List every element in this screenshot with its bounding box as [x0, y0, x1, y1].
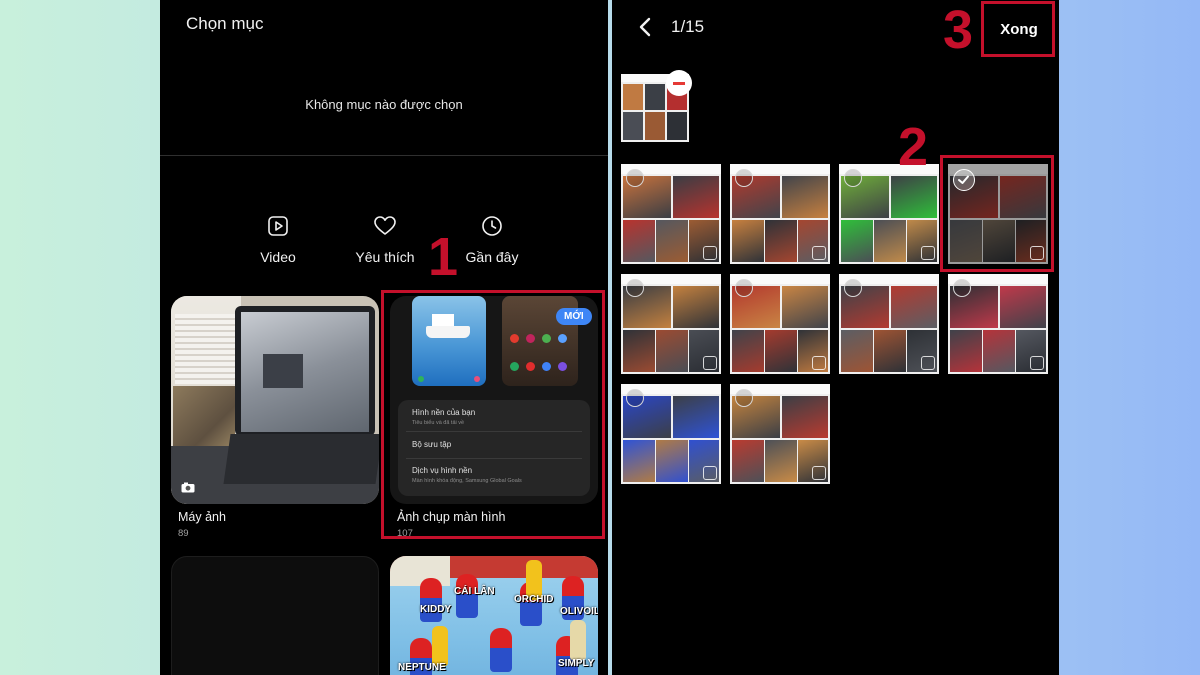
page-title: Chọn mục [186, 14, 264, 33]
album-meme[interactable]: KIDDY CÁI LÂN ORCHID OLIVOILA NEPTUNE SI… [390, 556, 598, 675]
minus-icon [673, 82, 685, 85]
motorbike-photo-tile [765, 440, 797, 482]
empty-selection-text: Không mục nào được chọn [305, 97, 463, 112]
motorbike-photo-tile [732, 220, 764, 262]
photo-thumbnail[interactable] [730, 384, 830, 484]
shortcut-label: Video [260, 249, 296, 265]
photo-thumbnail[interactable] [948, 274, 1048, 374]
highlight-box-2 [940, 155, 1054, 272]
expand-icon[interactable] [812, 466, 826, 480]
shortcut-label: Gần đây [465, 249, 519, 265]
motorbike-photo-tile [656, 440, 688, 482]
video-icon [268, 216, 288, 236]
photo-picker-panel: 1/15 Xong [612, 0, 1059, 675]
select-circle-icon[interactable] [735, 169, 753, 187]
motorbike-photo-tile [623, 330, 655, 372]
select-circle-icon[interactable] [844, 169, 862, 187]
motorbike-photo-tile [874, 220, 906, 262]
expand-icon[interactable] [812, 356, 826, 370]
motorbike-photo-tile [623, 220, 655, 262]
expand-icon[interactable] [921, 246, 935, 260]
select-circle-icon[interactable] [735, 279, 753, 297]
motorbike-photo-tile [732, 330, 764, 372]
meme-figure [420, 578, 442, 622]
motorbike-photo-tile [656, 330, 688, 372]
motorbike-photo-tile [782, 286, 828, 328]
meme-label: NEPTUNE [398, 662, 446, 673]
expand-icon[interactable] [703, 466, 717, 480]
clock-icon [482, 216, 502, 236]
step-number-3: 3 [943, 0, 974, 60]
motorbike-photo-tile [891, 286, 937, 328]
motorbike-photo-tile [891, 176, 937, 218]
photo-thumbnail[interactable] [730, 164, 830, 264]
step-number-2: 2 [898, 117, 929, 177]
shortcut-favorites[interactable]: Yêu thích [335, 215, 435, 267]
expand-icon[interactable] [1030, 356, 1044, 370]
heart-icon [374, 216, 396, 235]
back-arrow-icon[interactable] [636, 16, 654, 38]
expand-icon[interactable] [812, 246, 826, 260]
photo-thumbnail[interactable] [621, 384, 721, 484]
motorbike-photo-tile [765, 330, 797, 372]
expand-icon[interactable] [703, 246, 717, 260]
meme-label: SIMPLY [558, 658, 595, 669]
motorbike-photo-tile [732, 440, 764, 482]
motorbike-photo-tile [673, 176, 719, 218]
selection-counter: 1/15 [671, 17, 705, 36]
photo-thumbnail[interactable] [621, 164, 721, 264]
photo-thumbnail[interactable] [730, 274, 830, 374]
select-circle-icon[interactable] [953, 279, 971, 297]
laptop-keyboard [223, 434, 379, 484]
meme-label: KIDDY [420, 604, 452, 615]
shortcut-label: Yêu thích [355, 249, 415, 265]
meme-label: OLIVOILA [560, 606, 598, 617]
motorbike-photo-tile [874, 330, 906, 372]
meme-label: ORCHID [514, 594, 554, 605]
meme-label: CÁI LÂN [454, 586, 495, 597]
album-camera[interactable] [171, 296, 379, 504]
motorbike-photo-tile [1000, 286, 1046, 328]
motorbike-photo-tile [983, 330, 1015, 372]
motorbike-photo-tile [841, 330, 873, 372]
camera-icon [181, 482, 195, 493]
photo-thumbnail[interactable] [839, 274, 939, 374]
divider [160, 155, 608, 156]
motorbike-photo-tile [782, 176, 828, 218]
step-number-1: 1 [428, 227, 459, 287]
motorbike-photo-tile [673, 396, 719, 438]
shortcut-video[interactable]: Video [228, 215, 328, 267]
album-empty[interactable] [171, 556, 379, 675]
motorbike-photo-tile [782, 396, 828, 438]
highlight-box-1 [381, 290, 605, 539]
motorbike-photo-tile [623, 440, 655, 482]
highlight-box-3 [981, 1, 1055, 57]
select-circle-icon[interactable] [626, 389, 644, 407]
expand-icon[interactable] [921, 356, 935, 370]
album-count: 89 [178, 528, 189, 539]
select-circle-icon[interactable] [626, 279, 644, 297]
album-name: Máy ảnh [178, 510, 226, 524]
expand-icon[interactable] [703, 356, 717, 370]
motorbike-photo-tile [841, 220, 873, 262]
select-circle-icon[interactable] [735, 389, 753, 407]
select-circle-icon[interactable] [626, 169, 644, 187]
motorbike-photo-tile [765, 220, 797, 262]
motorbike-photo-tile [673, 286, 719, 328]
motorbike-photo-tile [656, 220, 688, 262]
motorbike-photo-tile [950, 330, 982, 372]
album-picker-panel: Chọn mục Không mục nào được chọn Video Y… [160, 0, 608, 675]
photo-thumbnail[interactable] [839, 164, 939, 264]
photo-thumbnail[interactable] [621, 274, 721, 374]
select-circle-icon[interactable] [844, 279, 862, 297]
